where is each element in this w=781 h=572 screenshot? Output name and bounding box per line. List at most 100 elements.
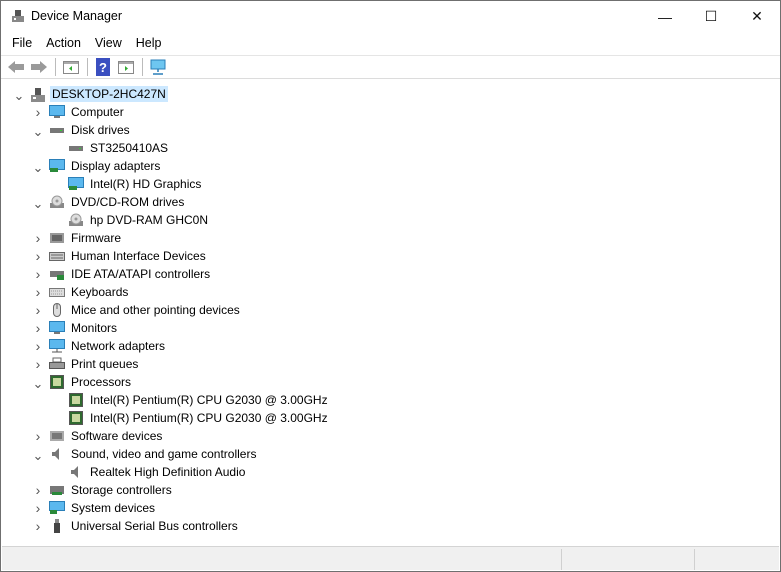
- tree-item[interactable]: › Network adapters: [32, 337, 167, 355]
- forward-icon[interactable]: [28, 57, 50, 77]
- hid-icon: [49, 249, 65, 263]
- tree-item[interactable]: Realtek High Definition Audio: [51, 463, 247, 481]
- maximize-button[interactable]: ☐: [688, 1, 734, 32]
- tree-item[interactable]: › Firmware: [32, 229, 123, 247]
- device-manager-window: Device Manager — ☐ ✕ File Action View He…: [0, 0, 781, 572]
- tree-item-label: Disk drives: [71, 123, 130, 137]
- collapse-chevron-icon[interactable]: ⌄: [32, 196, 44, 211]
- tree-item[interactable]: ST3250410AS: [51, 139, 170, 157]
- tree-item[interactable]: hp DVD-RAM GHC0N: [51, 211, 210, 229]
- tree-item-label: Intel(R) HD Graphics: [90, 177, 202, 191]
- menu-view[interactable]: View: [88, 33, 129, 53]
- tree-item-label: Sound, video and game controllers: [71, 447, 257, 461]
- tree-item[interactable]: Intel(R) HD Graphics: [51, 175, 203, 193]
- status-divider: [561, 549, 562, 570]
- tree-item[interactable]: › Print queues: [32, 355, 140, 373]
- minimize-button[interactable]: —: [642, 1, 688, 32]
- tree-item[interactable]: ⌄ Disk drives: [32, 121, 132, 139]
- tree-item[interactable]: ⌄ Display adapters: [32, 157, 162, 175]
- tree-item-label: IDE ATA/ATAPI controllers: [71, 267, 211, 281]
- tree-item-label: hp DVD-RAM GHC0N: [90, 213, 209, 227]
- menu-help[interactable]: Help: [129, 33, 169, 53]
- tree-item[interactable]: › Storage controllers: [32, 481, 174, 499]
- tree-item-label: Firmware: [71, 231, 121, 245]
- expand-chevron-icon[interactable]: ›: [32, 338, 44, 354]
- expand-chevron-icon[interactable]: ›: [32, 104, 44, 120]
- collapse-chevron-icon[interactable]: ⌄: [32, 448, 44, 463]
- device-tree[interactable]: ⌄ DESKTOP-2HC427N › Computer ⌄ Disk drives ST3…: [2, 85, 779, 546]
- scan-hardware-icon[interactable]: [147, 57, 169, 77]
- tree-item[interactable]: ⌄ DESKTOP-2HC427N: [13, 85, 168, 103]
- properties-icon[interactable]: [60, 57, 82, 77]
- expand-chevron-icon[interactable]: ›: [32, 266, 44, 282]
- tree-item[interactable]: Intel(R) Pentium(R) CPU G2030 @ 3.00GHz: [51, 409, 330, 427]
- expand-chevron-icon[interactable]: ›: [32, 320, 44, 336]
- tree-item[interactable]: › Mice and other pointing devices: [32, 301, 242, 319]
- network-icon: [49, 339, 65, 353]
- tree-item-label: Print queues: [71, 357, 139, 371]
- keyboard-icon: [49, 285, 65, 299]
- tree-item-label: Monitors: [71, 321, 118, 335]
- tree-item[interactable]: › Universal Serial Bus controllers: [32, 517, 240, 535]
- tree-item-label: ST3250410AS: [90, 141, 169, 155]
- tree-item[interactable]: › Keyboards: [32, 283, 130, 301]
- computer-tower-icon: [30, 87, 46, 102]
- tree-item-label: Realtek High Definition Audio: [90, 465, 246, 479]
- expand-chevron-icon[interactable]: ›: [32, 482, 44, 498]
- expand-chevron-icon[interactable]: ›: [32, 518, 44, 534]
- dvd-icon: [49, 195, 65, 209]
- tree-item[interactable]: ⌄ Processors: [32, 373, 133, 391]
- tree-item-label: Storage controllers: [71, 483, 172, 497]
- menu-bar: File Action View Help: [1, 33, 780, 53]
- expand-chevron-icon[interactable]: ›: [32, 302, 44, 318]
- tree-item-label: Intel(R) Pentium(R) CPU G2030 @ 3.00GHz: [90, 411, 328, 425]
- update-driver-icon[interactable]: [115, 57, 137, 77]
- collapse-chevron-icon[interactable]: ⌄: [32, 160, 44, 175]
- back-icon[interactable]: [5, 57, 27, 77]
- tree-item[interactable]: › Monitors: [32, 319, 119, 337]
- tree-item[interactable]: ⌄ Sound, video and game controllers: [32, 445, 258, 463]
- expand-chevron-icon[interactable]: ›: [32, 248, 44, 264]
- toolbar-separator: [55, 58, 56, 76]
- disk-icon: [68, 141, 84, 155]
- collapse-chevron-icon[interactable]: ⌄: [32, 124, 44, 139]
- speaker-icon: [68, 465, 84, 479]
- tree-item[interactable]: › Software devices: [32, 427, 164, 445]
- toolbar-separator: [87, 58, 88, 76]
- expand-chevron-icon[interactable]: ›: [32, 230, 44, 246]
- tree-item[interactable]: › IDE ATA/ATAPI controllers: [32, 265, 212, 283]
- mouse-icon: [49, 303, 65, 317]
- help-icon[interactable]: ?: [92, 57, 114, 77]
- tree-item[interactable]: › System devices: [32, 499, 157, 517]
- expand-chevron-icon[interactable]: ›: [32, 356, 44, 372]
- display-adapter-icon: [49, 159, 65, 173]
- close-button[interactable]: ✕: [734, 1, 780, 32]
- menu-action[interactable]: Action: [39, 33, 88, 53]
- disk-icon: [49, 123, 65, 137]
- tree-item-label: Computer: [71, 105, 124, 119]
- collapse-chevron-icon[interactable]: ⌄: [13, 88, 25, 103]
- tree-item[interactable]: › Human Interface Devices: [32, 247, 208, 265]
- tree-item[interactable]: › Computer: [32, 103, 126, 121]
- tree-item[interactable]: ⌄ DVD/CD-ROM drives: [32, 193, 186, 211]
- tree-item[interactable]: Intel(R) Pentium(R) CPU G2030 @ 3.00GHz: [51, 391, 330, 409]
- tree-item-label: Network adapters: [71, 339, 166, 353]
- status-bar: [2, 546, 779, 570]
- tree-item-label: Mice and other pointing devices: [71, 303, 240, 317]
- dvd-icon: [68, 213, 84, 227]
- window-title: Device Manager: [31, 9, 123, 23]
- storage-icon: [49, 483, 65, 497]
- tree-item-label: Universal Serial Bus controllers: [71, 519, 238, 533]
- tree-item-label: Intel(R) Pentium(R) CPU G2030 @ 3.00GHz: [90, 393, 328, 407]
- ide-icon: [49, 267, 65, 281]
- expand-chevron-icon[interactable]: ›: [32, 284, 44, 300]
- collapse-chevron-icon[interactable]: ⌄: [32, 376, 44, 391]
- tree-item-label: Software devices: [71, 429, 163, 443]
- expand-chevron-icon[interactable]: ›: [32, 500, 44, 516]
- menu-file[interactable]: File: [5, 33, 39, 53]
- tree-item-label: System devices: [71, 501, 156, 515]
- expand-chevron-icon[interactable]: ›: [32, 428, 44, 444]
